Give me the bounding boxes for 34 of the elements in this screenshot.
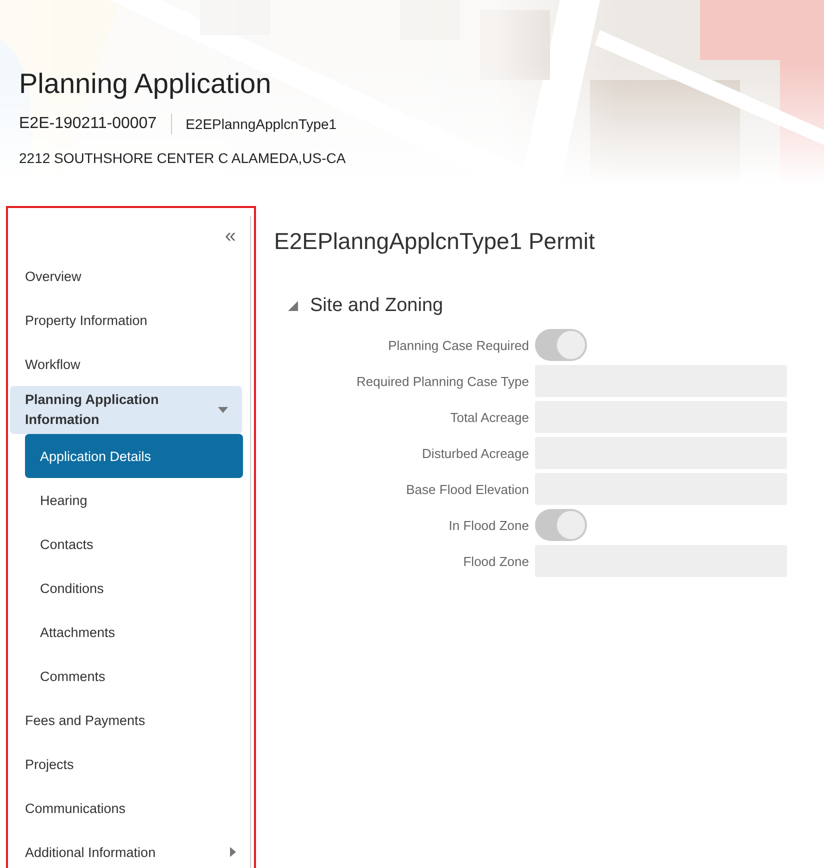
address: 2212 SOUTHSHORE CENTER C ALAMEDA,US-CA: [19, 150, 347, 166]
field-label: Planning Case Required: [387, 338, 529, 352]
nav-item[interactable]: Additional Information: [8, 830, 250, 868]
page-heading: E2EPlanngApplcnType1 Permit: [274, 228, 596, 255]
nav-item[interactable]: Workflow: [8, 342, 250, 386]
nav-subitem[interactable]: Comments: [25, 654, 243, 698]
toggle-switch[interactable]: [535, 329, 587, 361]
field-label: In Flood Zone: [448, 518, 529, 532]
nav-item[interactable]: Property Information: [8, 298, 250, 342]
nav-item[interactable]: Communications: [8, 786, 250, 830]
field-label: Flood Zone: [462, 554, 529, 568]
toggle-switch[interactable]: [535, 509, 587, 541]
nav-subitem[interactable]: Hearing: [25, 478, 243, 522]
field-label: Disturbed Acreage: [421, 446, 529, 460]
nav-subitem[interactable]: Conditions: [25, 566, 243, 610]
field-label: Required Planning Case Type: [356, 374, 529, 388]
nav-item[interactable]: Overview: [8, 254, 250, 298]
nav-subitem[interactable]: Application Details: [25, 434, 243, 478]
record-type: E2EPlanngApplcnType1: [186, 116, 337, 132]
disclosure-icon: [288, 301, 298, 311]
nav-item-label: Additional Information: [25, 844, 156, 860]
field-label: Total Acreage: [449, 410, 529, 424]
nav-subitem[interactable]: Attachments: [25, 610, 243, 654]
nav-group[interactable]: Planning Application Information: [10, 386, 242, 434]
nav-subitem[interactable]: Contacts: [25, 522, 243, 566]
nav-item[interactable]: Projects: [8, 742, 250, 786]
field-label: Base Flood Elevation: [405, 482, 529, 496]
caret-icon: [218, 407, 228, 413]
nav-item[interactable]: Fees and Payments: [8, 698, 250, 742]
page-title: Planning Application: [19, 68, 272, 100]
caret-icon: [230, 847, 236, 857]
nav-group-label: Planning Application Information: [25, 391, 160, 429]
record-id: E2E-190211-00007: [19, 115, 157, 133]
collapse-button[interactable]: «: [224, 226, 236, 246]
